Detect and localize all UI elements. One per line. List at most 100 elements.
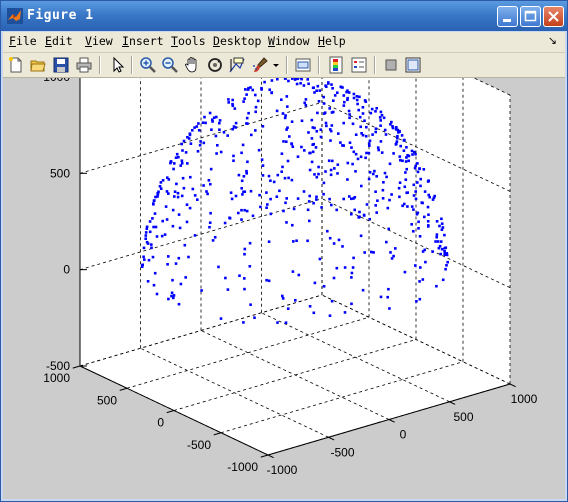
scatter3-axes[interactable]: -1000-50005001000-1000-50005001000-50005… (3, 78, 565, 499)
data-point (254, 105, 258, 109)
data-point (284, 201, 287, 205)
data-point (313, 126, 316, 130)
data-point (392, 152, 395, 155)
data-point (346, 161, 350, 165)
menu-view[interactable]: View (85, 34, 113, 48)
data-point (189, 142, 193, 145)
data-point (404, 160, 408, 163)
y-tick-label: -500 (187, 438, 211, 452)
data-point (313, 91, 316, 94)
data-point (176, 195, 180, 199)
data-point (376, 199, 379, 202)
data-point (254, 93, 257, 97)
data-point (152, 283, 156, 287)
data-point (177, 302, 181, 306)
zoom-in-button[interactable] (139, 56, 157, 74)
menu-help[interactable]: Help (318, 34, 346, 48)
data-point (414, 164, 417, 168)
data-point (184, 151, 188, 154)
data-point (156, 195, 159, 198)
print-button[interactable] (75, 56, 93, 74)
zoom-out-button[interactable] (161, 56, 179, 74)
data-point (260, 158, 264, 161)
data-point (318, 257, 322, 261)
link-plot-button[interactable] (294, 56, 312, 74)
save-icon (53, 57, 69, 73)
menu-tools[interactable]: Tools (171, 34, 206, 48)
y-tick-label: 1000 (43, 371, 70, 385)
rotate-3d-button[interactable] (206, 56, 224, 74)
data-point (414, 197, 418, 201)
dock-arrow-icon[interactable]: ↘ (548, 34, 557, 47)
legend-button[interactable] (350, 56, 368, 74)
colorbar-button[interactable] (327, 56, 345, 74)
new-figure-button[interactable] (7, 56, 25, 74)
edit-plot-button[interactable] (108, 56, 126, 74)
data-point (336, 163, 340, 166)
x-tick-mark (267, 454, 274, 459)
menu-edit[interactable]: Edit (45, 34, 73, 48)
data-point (330, 83, 333, 86)
show-plot-tools-button[interactable] (404, 56, 422, 74)
menu-file[interactable]: File (9, 34, 37, 48)
open-file-icon (30, 60, 46, 72)
data-point (421, 278, 425, 281)
menu-insert[interactable]: Insert (122, 34, 164, 48)
data-point (341, 245, 344, 248)
data-point (215, 152, 218, 155)
data-point (329, 168, 333, 172)
maximize-button[interactable] (520, 6, 541, 27)
data-point (368, 139, 372, 143)
brush-dropdown-button[interactable] (271, 56, 281, 74)
data-point (294, 78, 297, 80)
title-bar[interactable]: Figure 1 (1, 1, 567, 31)
data-point (363, 251, 366, 254)
data-point (144, 231, 148, 234)
z-tick-label: 0 (63, 263, 70, 277)
data-point (155, 292, 159, 296)
data-point (436, 240, 440, 243)
data-point (159, 187, 163, 190)
data-point (412, 183, 416, 187)
save-button[interactable] (52, 56, 70, 74)
z-tick-label: 1000 (43, 78, 70, 84)
menu-window[interactable]: Window (268, 34, 310, 48)
data-point (269, 179, 272, 182)
data-point (280, 98, 283, 101)
colorbar-icon (329, 56, 343, 74)
pan-button[interactable] (183, 56, 201, 74)
data-point (346, 98, 349, 102)
data-point (355, 95, 359, 98)
data-point (231, 98, 234, 102)
data-point (336, 172, 339, 175)
data-point (261, 174, 265, 177)
data-point (322, 102, 326, 105)
data-point (232, 154, 235, 158)
data-point (284, 114, 287, 117)
figure-canvas[interactable]: -1000 -500 0 500 1000 -1000 -500 0 500 1000 -500 0 5… (3, 78, 565, 499)
minimize-button[interactable] (497, 6, 518, 27)
hide-plot-tools-icon (385, 59, 397, 71)
open-file-button[interactable] (29, 56, 47, 74)
data-point (246, 122, 249, 125)
data-point (362, 214, 366, 217)
data-point (243, 208, 246, 212)
data-point (424, 260, 427, 264)
x-tick-label: 500 (453, 410, 473, 424)
data-point (312, 201, 315, 205)
data-point (303, 101, 306, 105)
data-point (350, 146, 353, 149)
brush-button[interactable] (251, 56, 269, 74)
data-point (242, 321, 245, 324)
data-point (164, 205, 168, 208)
close-button[interactable] (543, 6, 564, 27)
data-point (259, 205, 262, 209)
data-point (332, 276, 336, 280)
data-point (401, 204, 404, 208)
hide-plot-tools-button[interactable] (382, 56, 400, 74)
data-point (420, 201, 424, 204)
menu-desktop[interactable]: Desktop (213, 34, 261, 48)
data-point (356, 102, 359, 106)
data-point (152, 202, 155, 205)
data-cursor-button[interactable] (228, 56, 246, 74)
